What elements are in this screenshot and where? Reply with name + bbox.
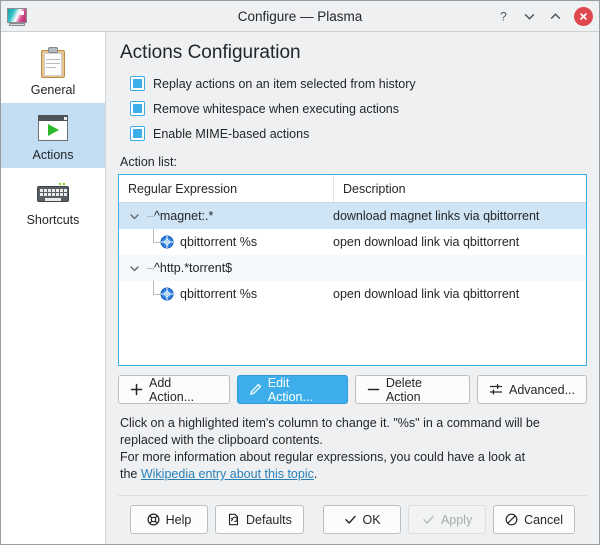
wikipedia-link[interactable]: Wikipedia entry about this topic: [141, 467, 314, 481]
lifebuoy-icon: [147, 513, 160, 526]
page-title: Actions Configuration: [120, 42, 301, 63]
tree-branch: [142, 203, 154, 229]
checkbox-label: Replay actions on an item selected from …: [153, 76, 416, 91]
help-icon[interactable]: ?: [495, 8, 512, 25]
button-label: Delete Action: [385, 375, 422, 404]
svg-text:?: ?: [500, 10, 507, 23]
button-label: Edit Action...: [267, 375, 313, 404]
tree-branch: [148, 229, 160, 255]
checkbox-replay-actions[interactable]: Replay actions on an item selected from …: [130, 76, 587, 91]
button-label: Apply: [440, 512, 473, 527]
checkbox-indicator[interactable]: [130, 101, 145, 116]
button-label: Defaults: [246, 512, 292, 527]
plasma-monitor-icon: [6, 7, 28, 26]
check-icon: [422, 513, 435, 526]
checkbox-remove-whitespace[interactable]: Remove whitespace when executing actions: [130, 101, 587, 116]
row-description: open download link via qbittorrent: [333, 235, 520, 249]
revert-icon: [227, 513, 240, 526]
checkbox-enable-mime[interactable]: Enable MIME-based actions: [130, 126, 587, 141]
cancel-button[interactable]: Cancel: [493, 505, 575, 534]
dialog-button-bar: Help Defaults OK Apply Cancel: [118, 495, 587, 544]
button-label: Help: [165, 512, 192, 527]
window-body: General Actions Shortcuts Actions Config…: [1, 32, 599, 544]
action-list-label: Action list:: [120, 155, 177, 169]
table-row[interactable]: ^magnet:.* download magnet links via qbi…: [119, 203, 586, 229]
checkbox-label: Enable MIME-based actions: [153, 126, 310, 141]
main-panel: Actions Configuration Replay actions on …: [106, 32, 599, 544]
minus-icon: [367, 383, 380, 396]
title-bar: Configure — Plasma ?: [1, 1, 599, 32]
action-list-view[interactable]: Regular Expression Description ^magnet:.…: [118, 174, 587, 366]
help-line-1: Click on a highlighted item's column to …: [120, 416, 540, 430]
button-label: OK: [362, 512, 381, 527]
sidebar-item-actions[interactable]: Actions: [1, 103, 105, 168]
defaults-button[interactable]: Defaults: [215, 505, 304, 534]
sidebar-item-shortcuts[interactable]: Shortcuts: [1, 168, 105, 233]
checkbox-label: Remove whitespace when executing actions: [153, 101, 399, 116]
advanced-button[interactable]: Advanced...: [476, 375, 587, 404]
sidebar-item-label: General: [30, 83, 76, 97]
row-description: download magnet links via qbittorrent: [333, 209, 540, 223]
apply-button: Apply: [408, 505, 487, 534]
help-line-4-suffix: .: [313, 467, 318, 481]
check-icon: [344, 513, 357, 526]
sliders-icon: [489, 383, 503, 396]
button-label: Add Action...: [149, 375, 195, 404]
action-buttons: Add Action... Edit Action... Delete Acti…: [118, 375, 587, 404]
help-description: Click on a highlighted item's column to …: [120, 415, 585, 483]
plus-icon: [130, 383, 143, 396]
delete-action-button[interactable]: Delete Action: [354, 375, 470, 404]
close-icon[interactable]: [574, 6, 593, 26]
globe-icon: [160, 287, 174, 301]
window-play-icon: [1, 110, 105, 146]
chevron-down-icon[interactable]: [128, 262, 141, 275]
no-entry-icon: [505, 513, 518, 526]
chevron-up-icon[interactable]: [547, 8, 564, 25]
button-label: Advanced...: [508, 382, 575, 397]
row-regex: qbittorrent %s: [180, 287, 258, 301]
tree-branch: [142, 255, 154, 281]
ok-button[interactable]: OK: [323, 505, 402, 534]
sidebar-item-general[interactable]: General: [1, 38, 105, 103]
table-rows: ^magnet:.* download magnet links via qbi…: [119, 203, 586, 365]
row-regex: ^magnet:.*: [154, 209, 214, 223]
sidebar-item-label: Actions: [32, 148, 74, 162]
row-regex: qbittorrent %s: [180, 235, 258, 249]
sidebar: General Actions Shortcuts: [1, 32, 106, 544]
checkbox-indicator[interactable]: [130, 126, 145, 141]
keyboard-icon: [1, 175, 105, 211]
help-button[interactable]: Help: [130, 505, 208, 534]
table-row[interactable]: ^http.*torrent$: [119, 255, 586, 281]
chevron-down-icon[interactable]: [128, 210, 141, 223]
globe-icon: [160, 235, 174, 249]
configure-plasma-window: Configure — Plasma ? General Actions Sho…: [0, 0, 600, 545]
row-description: open download link via qbittorrent: [333, 287, 520, 301]
edit-action-button[interactable]: Edit Action...: [236, 375, 348, 404]
column-header-description[interactable]: Description: [334, 175, 586, 202]
table-row[interactable]: qbittorrent %s open download link via qb…: [119, 281, 586, 307]
table-row[interactable]: qbittorrent %s open download link via qb…: [119, 229, 586, 255]
clipboard-icon: [1, 45, 105, 81]
help-line-4-prefix: the: [120, 467, 141, 481]
checkbox-indicator[interactable]: [130, 76, 145, 91]
column-header-regex[interactable]: Regular Expression: [119, 175, 334, 202]
add-action-button[interactable]: Add Action...: [118, 375, 230, 404]
button-label: Cancel: [524, 512, 563, 527]
row-regex: ^http.*torrent$: [154, 261, 233, 275]
help-line-2: replaced with the clipboard contents.: [120, 433, 323, 447]
help-line-3: For more information about regular expre…: [120, 450, 526, 464]
pencil-icon: [249, 383, 262, 396]
window-controls: ?: [495, 6, 593, 26]
chevron-down-icon[interactable]: [521, 8, 538, 25]
table-header: Regular Expression Description: [119, 175, 586, 203]
sidebar-item-label: Shortcuts: [26, 213, 80, 227]
tree-branch: [148, 281, 160, 307]
